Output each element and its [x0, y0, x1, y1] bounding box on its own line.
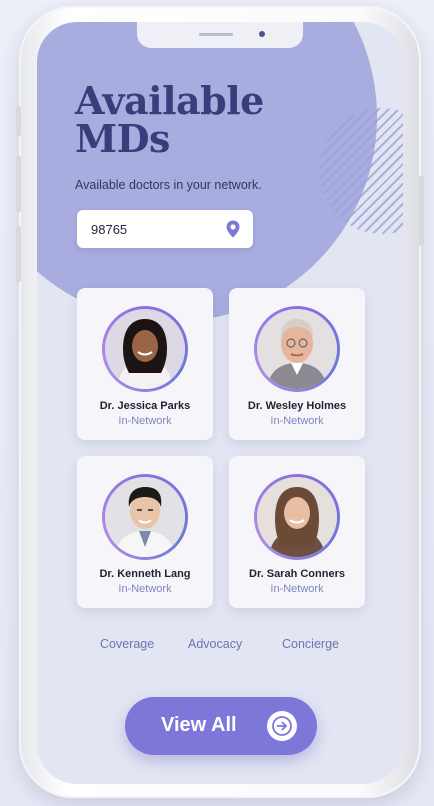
doctor-avatar — [105, 309, 185, 389]
avatar-ring — [102, 474, 188, 560]
zip-code-input[interactable] — [77, 210, 217, 248]
volume-up-button — [16, 106, 21, 136]
front-camera — [259, 31, 265, 37]
nav-link-concierge[interactable]: Concierge — [282, 637, 339, 651]
doctor-card[interactable]: Dr. Sarah Conners In-Network — [229, 456, 365, 608]
page-title-line2: MDs — [75, 116, 170, 161]
volume-down-button-2 — [16, 226, 21, 282]
doctor-avatar — [105, 477, 185, 557]
network-status: In-Network — [270, 583, 324, 595]
doctor-avatar — [257, 309, 337, 389]
app-screen: Available MDs Available doctors in your … — [37, 22, 403, 784]
doctor-name: Dr. Jessica Parks — [99, 400, 191, 412]
power-button — [419, 176, 424, 246]
arrow-right-circle-icon — [267, 711, 297, 741]
doctor-name: Dr. Wesley Holmes — [247, 400, 347, 412]
view-all-button[interactable]: View All — [125, 697, 317, 755]
view-all-label: View All — [161, 714, 237, 736]
location-pin-icon[interactable] — [223, 219, 243, 239]
nav-link-coverage[interactable]: Coverage — [100, 637, 154, 651]
phone-notch — [137, 22, 303, 48]
stage: Available MDs Available doctors in your … — [0, 0, 434, 806]
zip-search-box — [77, 210, 253, 248]
doctor-name: Dr. Sarah Conners — [249, 568, 345, 580]
avatar-ring — [254, 306, 340, 392]
nav-link-advocacy[interactable]: Advocacy — [188, 637, 242, 651]
page-title: Available MDs — [75, 82, 335, 158]
network-status: In-Network — [118, 415, 172, 427]
page-subtitle: Available doctors in your network. — [75, 178, 262, 192]
avatar-ring — [102, 306, 188, 392]
avatar-ring — [254, 474, 340, 560]
doctor-card[interactable]: Dr. Kenneth Lang In-Network — [77, 456, 213, 608]
doctor-avatar — [257, 477, 337, 557]
doctor-card[interactable]: Dr. Wesley Holmes In-Network — [229, 288, 365, 440]
network-status: In-Network — [270, 415, 324, 427]
network-status: In-Network — [118, 583, 172, 595]
doctor-name: Dr. Kenneth Lang — [99, 568, 191, 580]
doctor-card[interactable]: Dr. Jessica Parks In-Network — [77, 288, 213, 440]
volume-down-button — [16, 156, 21, 212]
speaker-grille — [199, 33, 233, 36]
